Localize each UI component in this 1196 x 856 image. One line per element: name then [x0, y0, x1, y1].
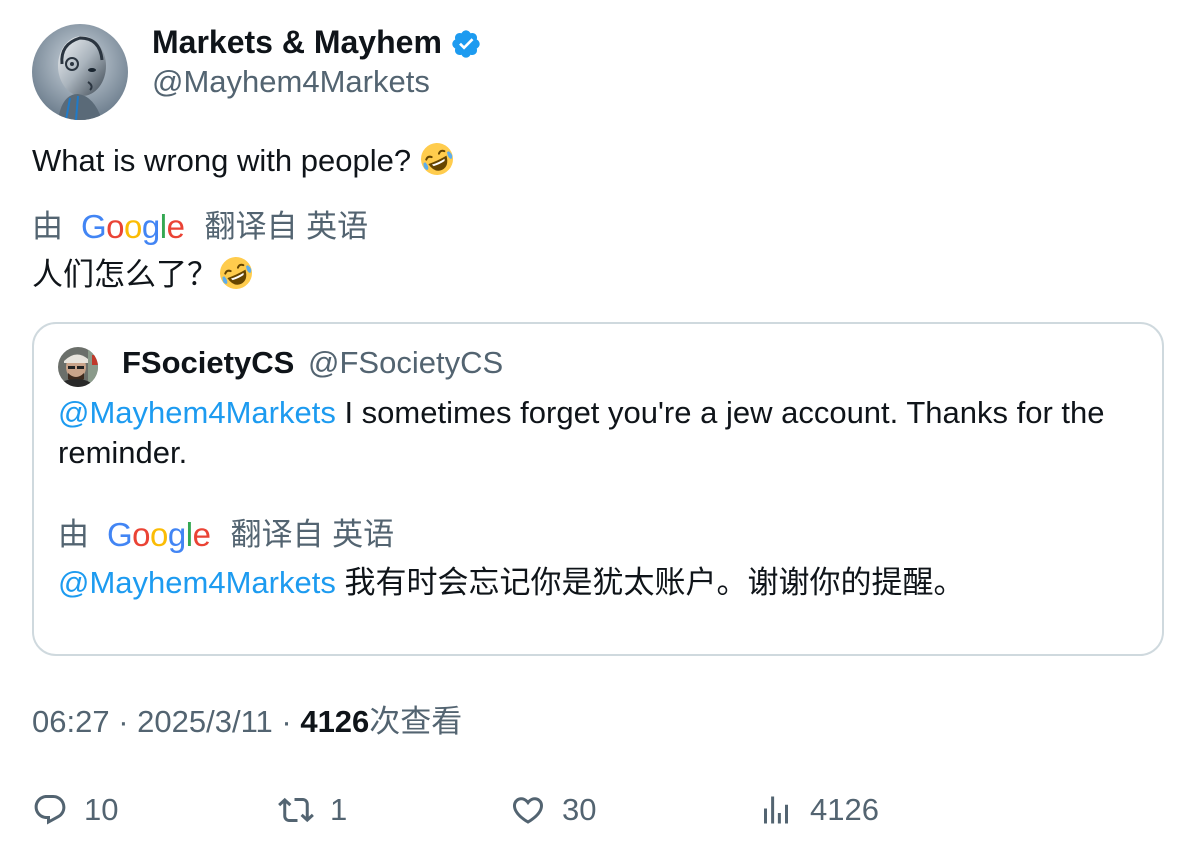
meta-separator: ·: [272, 704, 301, 739]
translated-text: 人们怎么了？: [32, 254, 254, 296]
rolling-laughing-emoji-icon: [220, 257, 252, 289]
translated-text-content: 人们怎么了？: [32, 257, 218, 292]
reply-icon: [34, 795, 66, 825]
translation-by-label: 由: [32, 209, 63, 244]
translation-attribution: 由 Google 翻译自 英语: [32, 207, 368, 247]
quoted-translated-content: 我有时会忘记你是犹太账户。谢谢你的提醒。: [335, 565, 965, 600]
google-logo-icon: Google: [107, 516, 211, 553]
retweet-button[interactable]: 1: [278, 788, 347, 832]
tweet-time[interactable]: 06:27: [32, 704, 110, 739]
user-handle[interactable]: @Mayhem4Markets: [152, 62, 430, 102]
like-count: 30: [562, 792, 597, 827]
views-button[interactable]: 4126: [758, 788, 879, 832]
quoted-tweet-text: @Mayhem4Markets I sometimes forget you'r…: [58, 393, 1138, 473]
quoted-translation-attribution: 由 Google 翻译自 英语: [58, 515, 394, 555]
like-button[interactable]: 30: [510, 788, 596, 832]
mention-link[interactable]: @Mayhem4Markets: [58, 565, 336, 600]
heart-icon: [512, 797, 544, 824]
views-count: 4126: [300, 704, 370, 739]
analytics-bar-chart-icon: [764, 796, 788, 824]
tweet-meta: 06:27 · 2025/3/11 · 4126次查看: [32, 701, 462, 743]
views-label: 次查看: [369, 704, 463, 739]
google-logo-icon: Google: [81, 208, 185, 245]
rolling-laughing-emoji-icon: [421, 143, 454, 175]
tweet-text: What is wrong with people?: [32, 140, 455, 182]
retweet-icon: [278, 797, 314, 823]
quoted-translated-text: @Mayhem4Markets 我有时会忘记你是犹太账户。谢谢你的提醒。: [58, 562, 964, 604]
meta-separator: ·: [109, 704, 138, 739]
translation-from-label: 翻译自 英语: [204, 209, 369, 244]
robot-avatar-image: [32, 24, 128, 120]
mention-link[interactable]: @Mayhem4Markets: [58, 395, 336, 430]
retweet-count: 1: [330, 792, 348, 827]
translation-by-label: 由: [58, 517, 89, 552]
quoted-display-name[interactable]: FSocietyCS: [122, 343, 294, 383]
views-action-count: 4126: [810, 792, 879, 827]
tweet-date[interactable]: 2025/3/11: [137, 704, 273, 739]
quoted-handle[interactable]: @FSocietyCS: [308, 343, 503, 383]
translation-from-label: 翻译自 英语: [230, 517, 395, 552]
verified-badge-icon[interactable]: [450, 28, 482, 60]
quoted-avatar[interactable]: [58, 347, 98, 387]
avatar[interactable]: [32, 24, 128, 120]
reply-button[interactable]: 10: [32, 788, 118, 832]
person-avatar-image: [58, 347, 98, 387]
display-name[interactable]: Markets & Mayhem: [152, 22, 442, 62]
reply-count: 10: [84, 792, 119, 827]
tweet-text-content: What is wrong with people?: [32, 143, 412, 178]
